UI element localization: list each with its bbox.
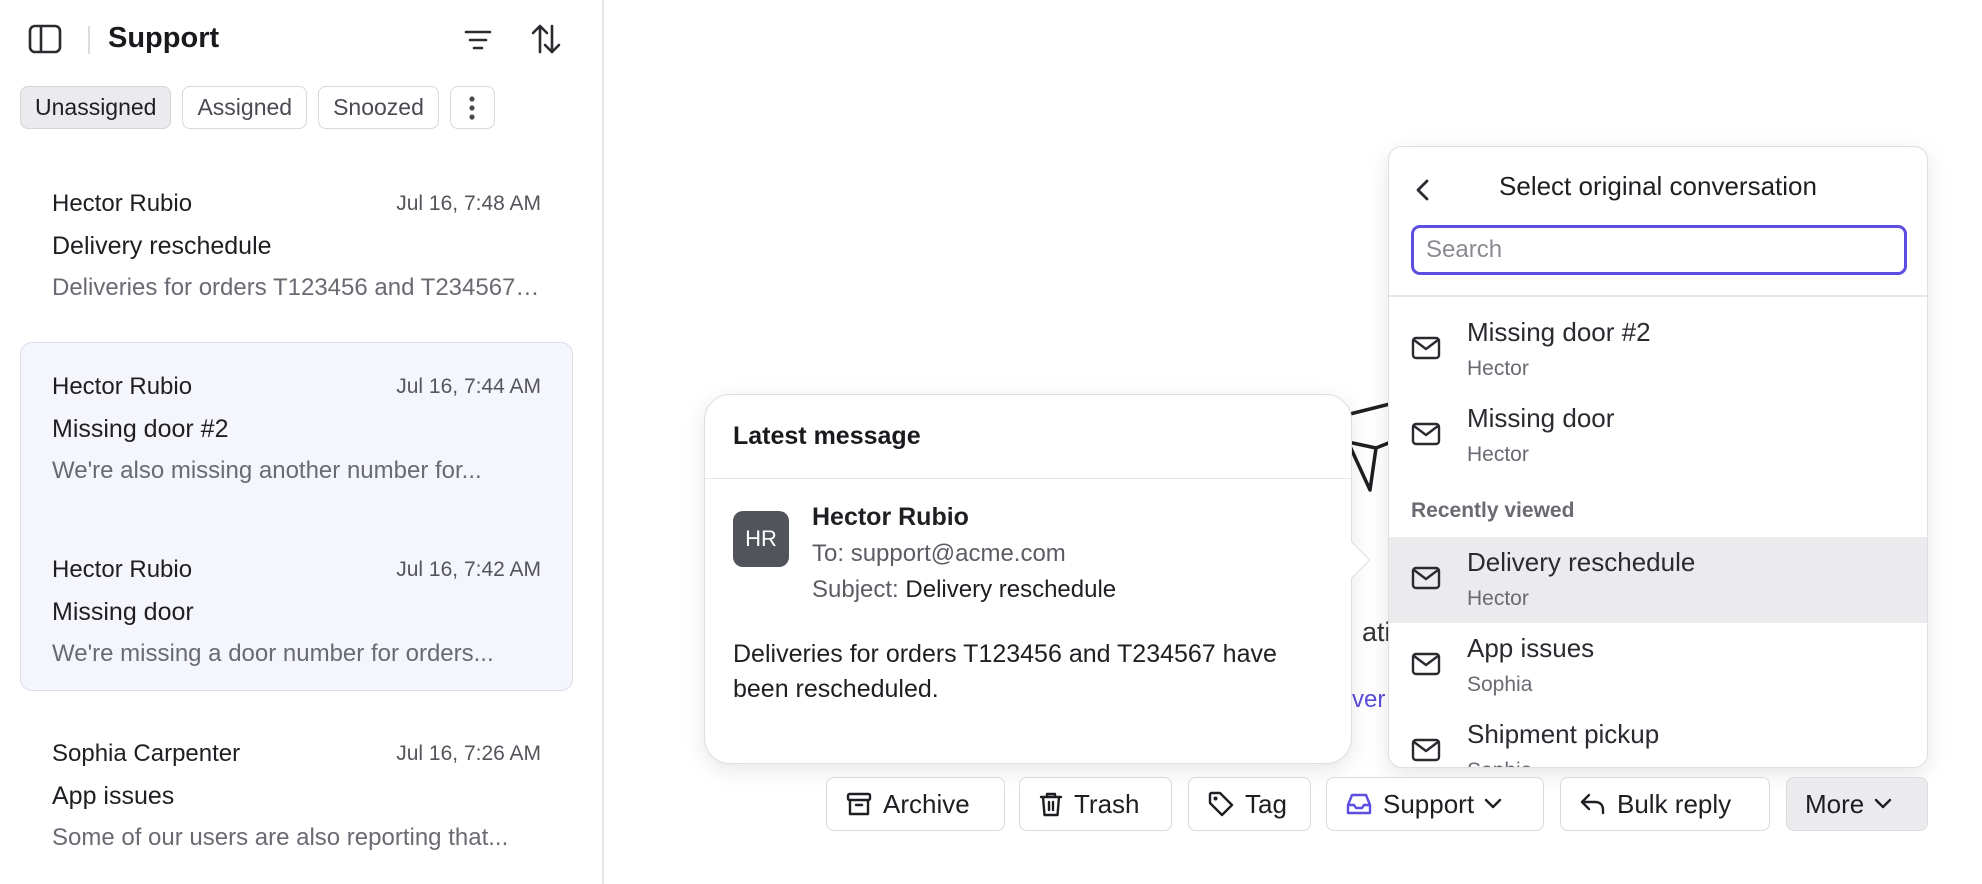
- conversation-time: Jul 16, 7:26 AM: [396, 742, 541, 765]
- dialog-title: Select original conversation: [1499, 171, 1817, 201]
- conversation-sidebar: Support Unassigned Assigned Snoozed Hect…: [0, 0, 604, 884]
- tag-button[interactable]: Tag: [1188, 777, 1311, 831]
- conversation-sender: Hector Rubio: [52, 190, 193, 217]
- inbox-icon: [1346, 793, 1372, 815]
- tag-label: Tag: [1245, 788, 1287, 819]
- conversation-snippet: We're also missing another number for...: [52, 457, 482, 484]
- option-subtitle: Hector: [1467, 357, 1529, 380]
- conversation-option[interactable]: Shipment pickup Sophia: [1389, 709, 1927, 767]
- header-divider: [88, 26, 90, 54]
- sidebar-toggle-icon[interactable]: [28, 24, 62, 54]
- conversation-option[interactable]: Missing door #2 Hector: [1389, 307, 1927, 393]
- archive-label: Archive: [883, 788, 970, 819]
- conversation-snippet: Deliveries for orders T123456 and T23456…: [52, 274, 543, 301]
- option-subtitle: Hector: [1467, 443, 1529, 466]
- option-subtitle: Hector: [1467, 587, 1529, 610]
- message-subject: Subject: Delivery reschedule: [812, 576, 1116, 604]
- conversation-subject: Missing door #2: [52, 415, 229, 443]
- conversation-snippet: We're missing a door number for orders..…: [52, 640, 494, 667]
- mail-icon: [1411, 334, 1441, 362]
- avatar: HR: [733, 511, 789, 567]
- message-body: Deliveries for orders T123456 and T23456…: [733, 640, 1277, 703]
- to-label: To:: [812, 540, 845, 567]
- conversation-option[interactable]: App issues Sophia: [1389, 623, 1927, 709]
- tag-icon: [1208, 791, 1234, 817]
- chevron-down-icon: [1484, 798, 1502, 809]
- conversation-option[interactable]: Missing door Hector: [1389, 393, 1927, 479]
- conversation-item[interactable]: Hector Rubio Jul 16, 7:44 AM Missing doo…: [20, 351, 573, 511]
- sort-icon[interactable]: [530, 22, 562, 56]
- to-value: support@acme.com: [850, 540, 1066, 567]
- message-recipient: To: support@acme.com: [812, 540, 1066, 568]
- tab-snoozed[interactable]: Snoozed: [318, 86, 439, 129]
- conversation-item[interactable]: Sophia Carpenter Jul 16, 7:26 AM App iss…: [20, 718, 573, 884]
- latest-message-heading: Latest message: [705, 395, 1351, 479]
- option-subtitle: Sophia: [1467, 759, 1532, 767]
- tab-assigned[interactable]: Assigned: [182, 86, 308, 129]
- conversation-time: Jul 16, 7:44 AM: [396, 375, 541, 398]
- vertical-dots-icon: [469, 95, 476, 120]
- divider: [1389, 295, 1927, 297]
- chevron-down-icon: [1875, 798, 1892, 809]
- bulk-reply-button[interactable]: Bulk reply: [1560, 777, 1770, 831]
- tab-unassigned[interactable]: Unassigned: [20, 86, 172, 129]
- option-subtitle: Sophia: [1467, 673, 1533, 696]
- inbox-label: Support: [1383, 788, 1475, 819]
- subject-label: Subject:: [812, 576, 899, 603]
- conversation-subject: App issues: [52, 782, 175, 810]
- status-tabs: Unassigned Assigned Snoozed: [20, 86, 495, 129]
- mail-icon: [1411, 736, 1441, 764]
- conversation-sender: Sophia Carpenter: [52, 740, 241, 767]
- option-title: Delivery reschedule: [1467, 547, 1696, 577]
- option-title: Missing door #2: [1467, 317, 1651, 347]
- archive-icon: [846, 792, 872, 816]
- select-original-conversation-dialog: Select original conversation Missing doo…: [1388, 146, 1928, 768]
- more-tabs-button[interactable]: [449, 86, 495, 129]
- conversation-snippet: Some of our users are also reporting tha…: [52, 824, 509, 851]
- trash-button[interactable]: Trash: [1019, 777, 1172, 831]
- latest-message-popover: Latest message HR Hector Rubio To: suppo…: [704, 394, 1371, 764]
- reply-icon: [1580, 793, 1605, 815]
- conversation-time: Jul 16, 7:48 AM: [396, 192, 541, 215]
- sidebar-header: Support: [0, 0, 602, 80]
- subject-value: Delivery reschedule: [905, 576, 1117, 603]
- bulk-reply-label: Bulk reply: [1617, 788, 1732, 819]
- conversation-time: Jul 16, 7:42 AM: [396, 558, 541, 581]
- mail-icon: [1411, 420, 1441, 448]
- conversation-sender: Hector Rubio: [52, 556, 193, 583]
- inbox-select-button[interactable]: Support: [1326, 777, 1544, 831]
- more-label: More: [1805, 788, 1865, 819]
- option-title: Shipment pickup: [1467, 719, 1660, 749]
- option-title: App issues: [1467, 633, 1595, 663]
- trash-label: Trash: [1074, 788, 1140, 819]
- conversation-item[interactable]: Hector Rubio Jul 16, 7:48 AM Delivery re…: [20, 168, 573, 336]
- search-input[interactable]: [1411, 225, 1907, 275]
- conversation-subject: Delivery reschedule: [52, 232, 272, 260]
- empty-state-link[interactable]: ver: [1352, 686, 1385, 714]
- filter-icon[interactable]: [462, 24, 494, 56]
- conversation-option[interactable]: Delivery reschedule Hector: [1389, 537, 1927, 623]
- mail-icon: [1411, 650, 1441, 678]
- conversation-subject: Missing door: [52, 598, 194, 626]
- mail-icon: [1411, 564, 1441, 592]
- archive-button[interactable]: Archive: [826, 777, 1005, 831]
- message-sender: Hector Rubio: [812, 503, 969, 531]
- recently-viewed-label: Recently viewed: [1411, 499, 1575, 522]
- more-button[interactable]: More: [1786, 777, 1928, 831]
- option-title: Missing door: [1467, 403, 1615, 433]
- trash-icon: [1039, 792, 1063, 817]
- sidebar-title: Support: [108, 22, 220, 54]
- conversation-sender: Hector Rubio: [52, 373, 193, 400]
- conversation-item[interactable]: Hector Rubio Jul 16, 7:42 AM Missing doo…: [20, 534, 573, 694]
